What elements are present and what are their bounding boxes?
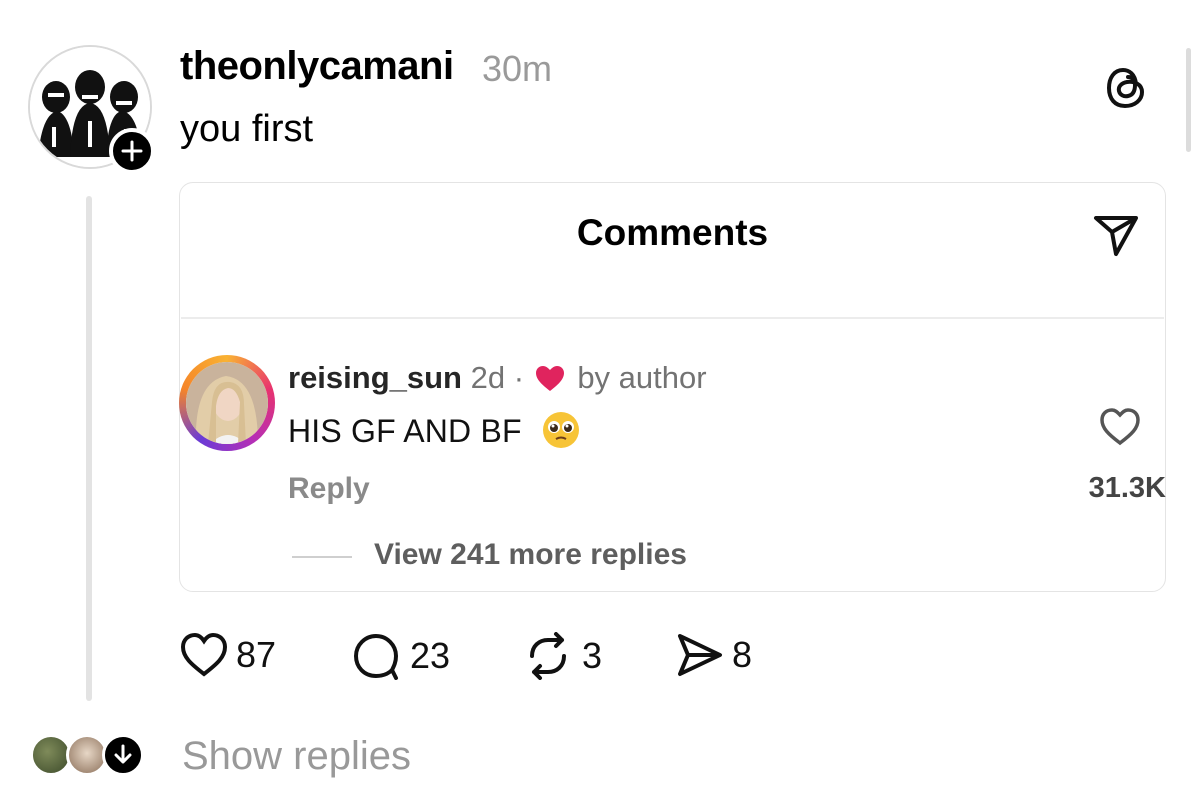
like-button[interactable]: 87	[180, 632, 276, 678]
view-more-replies: View 241 more replies	[374, 538, 687, 571]
comment-header: reising_sun 2d · by author	[288, 360, 707, 396]
threads-logo-icon	[1106, 67, 1145, 109]
expand-replies-button[interactable]	[102, 734, 144, 776]
thread-line	[86, 196, 92, 701]
repost-count: 3	[582, 635, 603, 676]
heart-icon	[535, 366, 564, 391]
comment-count: 23	[410, 635, 451, 676]
commenter-avatar	[186, 362, 268, 444]
share-icon	[678, 634, 722, 676]
share-count: 8	[732, 634, 753, 675]
follow-button[interactable]	[109, 128, 155, 174]
comment-text: HIS GF AND BF	[288, 413, 522, 449]
repost-icon	[530, 632, 566, 680]
meta-separator: ·	[513, 360, 525, 395]
post-timestamp: 30m	[482, 48, 553, 89]
repost-button[interactable]: 3	[522, 632, 602, 680]
down-arrow-icon	[114, 744, 132, 764]
send-icon	[1094, 216, 1138, 256]
comment-button[interactable]: 23	[352, 632, 450, 680]
comment-reply-button: Reply	[288, 472, 370, 505]
comment-like-count: 31.3K	[1088, 472, 1166, 504]
post-text: you first	[180, 108, 314, 150]
commenter-username: reising_sun	[288, 360, 462, 395]
plus-icon	[121, 140, 143, 162]
comment-text-row: HIS GF AND BF	[288, 410, 581, 450]
pleading-face-emoji-icon	[542, 412, 579, 448]
replies-line	[292, 556, 352, 558]
heart-icon	[180, 632, 228, 677]
scrollbar[interactable]	[1186, 48, 1191, 152]
show-replies-link[interactable]: Show replies	[182, 734, 411, 779]
like-count: 87	[236, 634, 277, 675]
comments-header: Comments	[576, 212, 769, 253]
comment-age: 2d	[470, 360, 506, 395]
comment-icon	[354, 634, 398, 680]
share-button[interactable]: 8	[676, 632, 752, 678]
heart-outline-icon	[1100, 408, 1140, 446]
liked-by-author: by author	[577, 360, 707, 395]
card-divider	[181, 317, 1164, 319]
post-username[interactable]: theonlycamani	[180, 44, 454, 89]
